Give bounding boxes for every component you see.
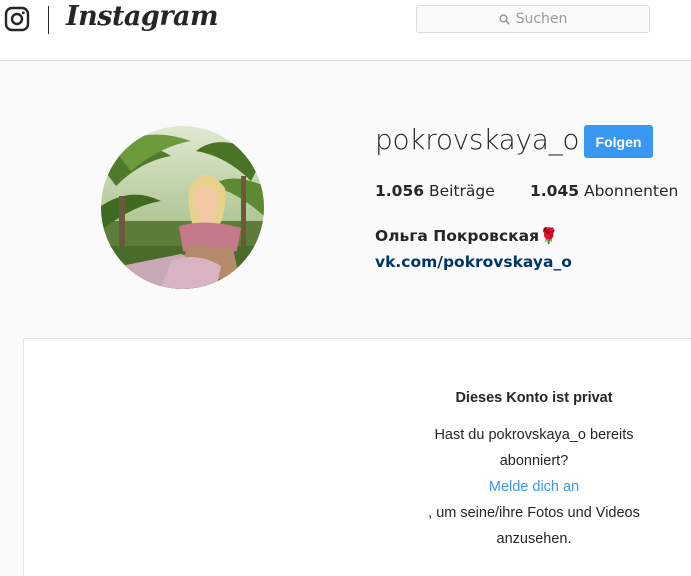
posts-count: 1.056 <box>375 182 425 200</box>
top-navigation-bar: Instagram Suchen <box>0 0 691 61</box>
search-placeholder-group: Suchen <box>417 6 649 32</box>
follow-button[interactable]: Folgen <box>584 125 653 158</box>
login-link[interactable]: Melde dich an <box>422 474 646 500</box>
full-name-text: Ольга Покровская <box>375 227 540 245</box>
private-account-message: Dieses Konto ist privat Hast du pokrovsk… <box>422 386 646 552</box>
profile-avatar <box>101 126 264 289</box>
instagram-camera-icon[interactable] <box>4 6 30 32</box>
search-icon <box>498 13 510 25</box>
private-account-instruction: , um seine/ihre Fotos und Videos anzuseh… <box>428 505 640 547</box>
search-input[interactable]: Suchen <box>416 5 650 33</box>
private-account-question: Hast du pokrovskaya_o bereits abonniert? <box>434 427 634 469</box>
posts-label: Beiträge <box>428 182 495 200</box>
profile-full-name: Ольга Покровская🌹 <box>375 227 558 245</box>
profile-username: pokrovskaya_o <box>375 123 580 156</box>
posts-count-stat: 1.056 Beiträge <box>375 182 495 200</box>
search-placeholder: Suchen <box>515 11 568 27</box>
followers-count: 1.045 <box>530 182 580 200</box>
private-account-panel: Dieses Konto ist privat Hast du pokrovsk… <box>23 338 691 576</box>
private-account-title: Dieses Konto ist privat <box>455 390 613 406</box>
followers-count-stat[interactable]: 1.045 Abonnenten <box>530 182 678 200</box>
logo-divider <box>48 6 49 34</box>
avatar-photo <box>101 126 264 289</box>
instagram-wordmark[interactable]: Instagram <box>66 1 219 32</box>
profile-website-link[interactable]: vk.com/pokrovskaya_o <box>375 253 572 271</box>
followers-label: Abonnenten <box>583 182 679 200</box>
rose-emoji-icon: 🌹 <box>539 227 559 245</box>
